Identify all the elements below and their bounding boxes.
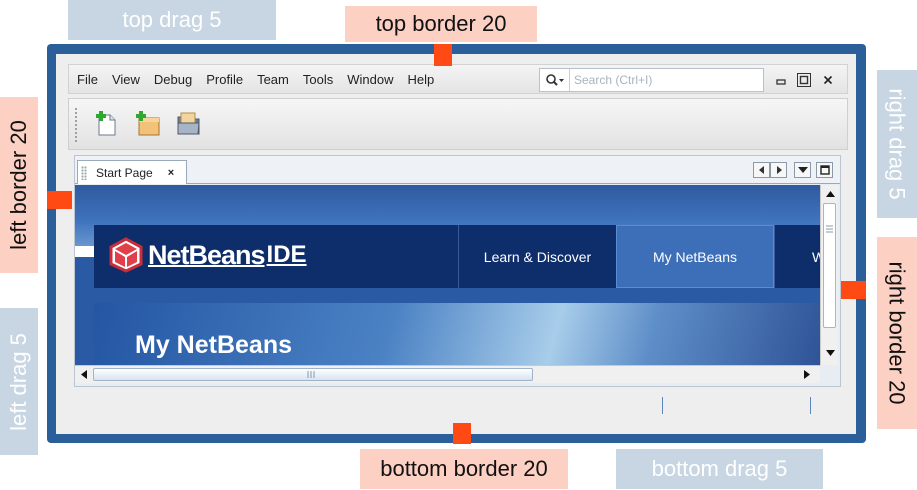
- scroll-down-icon[interactable]: [823, 346, 837, 360]
- search-icon[interactable]: [540, 69, 570, 91]
- scroll-right-icon[interactable]: [800, 367, 814, 381]
- status-separator: [662, 397, 663, 414]
- menu-team[interactable]: Team: [250, 72, 296, 87]
- nav-learn-discover[interactable]: Learn & Discover: [458, 225, 616, 288]
- nav-my-netbeans-label: My NetBeans: [652, 248, 738, 265]
- menu-view[interactable]: View: [105, 72, 147, 87]
- search-box[interactable]: [539, 68, 764, 92]
- horizontal-scroll-thumb[interactable]: [93, 368, 533, 381]
- menu-tools[interactable]: Tools: [296, 72, 340, 87]
- tab-label: Start Page: [96, 165, 153, 180]
- vertical-scroll-thumb[interactable]: [823, 203, 836, 328]
- new-project-icon[interactable]: [133, 109, 163, 139]
- menu-file[interactable]: File: [69, 72, 105, 87]
- top-drag-label: top drag 5: [68, 0, 276, 40]
- tab-start-page[interactable]: Start Page ×: [77, 160, 187, 184]
- new-file-icon[interactable]: [91, 109, 121, 139]
- bottom-border-label: bottom border 20: [360, 449, 568, 489]
- menu-debug[interactable]: Debug: [147, 72, 199, 87]
- bottom-border-marker: [453, 423, 471, 444]
- nav-my-netbeans[interactable]: My NetBeans: [616, 225, 774, 288]
- tab-close-icon[interactable]: ×: [168, 167, 174, 179]
- toolbar: [68, 98, 848, 150]
- vertical-scrollbar[interactable]: [820, 185, 838, 365]
- right-border-label: right border 20: [877, 237, 917, 429]
- close-icon[interactable]: [821, 73, 835, 87]
- netbeans-window: File View Debug Profile Team Tools Windo…: [56, 54, 856, 434]
- scroll-tabs-left-icon[interactable]: [753, 162, 770, 178]
- show-opened-documents-icon[interactable]: [794, 162, 811, 178]
- left-border-marker: [47, 191, 72, 209]
- bottom-drag-label: bottom drag 5: [616, 449, 823, 489]
- start-page-content: NetBeans IDE Learn & Discover My NetBean…: [75, 185, 820, 365]
- nav-whats-new[interactable]: W: [774, 225, 820, 288]
- netbeans-logo[interactable]: NetBeans IDE: [108, 237, 307, 273]
- logo-suffix: IDE: [266, 241, 307, 268]
- editor-pane: Start Page × NetBeans IDE Learn & Discov…: [74, 155, 841, 387]
- menu-bar: File View Debug Profile Team Tools Windo…: [68, 64, 848, 94]
- maximize-window-icon[interactable]: [816, 162, 833, 178]
- nav-whats-new-label: W: [812, 248, 820, 265]
- left-border-label: left border 20: [0, 97, 38, 273]
- logo-text: NetBeans: [148, 239, 266, 270]
- left-drag-label: left drag 5: [0, 308, 38, 455]
- menu-help[interactable]: Help: [400, 72, 441, 87]
- menu-profile[interactable]: Profile: [199, 72, 250, 87]
- open-project-icon[interactable]: [173, 109, 203, 139]
- tab-row: Start Page ×: [75, 156, 840, 184]
- scroll-tabs-right-icon[interactable]: [770, 162, 787, 178]
- horizontal-scrollbar[interactable]: [75, 365, 820, 383]
- search-input[interactable]: [570, 73, 755, 87]
- nav-learn-label: Learn & Discover: [483, 248, 592, 265]
- tab-grip[interactable]: [81, 165, 87, 180]
- hero-title: My NetBeans: [135, 331, 292, 359]
- maximize-icon[interactable]: [797, 73, 811, 87]
- toolbar-grip[interactable]: [74, 107, 78, 143]
- right-border-marker: [841, 281, 866, 299]
- netbeans-header: NetBeans IDE Learn & Discover My NetBean…: [94, 225, 820, 288]
- right-drag-label: right drag 5: [877, 70, 917, 218]
- top-border-marker: [434, 44, 452, 66]
- top-border-label: top border 20: [345, 6, 537, 42]
- scroll-left-icon[interactable]: [77, 367, 91, 381]
- hero-banner: My NetBeans: [94, 303, 820, 365]
- menu-window[interactable]: Window: [340, 72, 400, 87]
- minimize-icon[interactable]: [774, 73, 788, 87]
- netbeans-cube-icon: [109, 237, 143, 273]
- scroll-up-icon[interactable]: [823, 187, 837, 201]
- status-separator: [810, 397, 811, 414]
